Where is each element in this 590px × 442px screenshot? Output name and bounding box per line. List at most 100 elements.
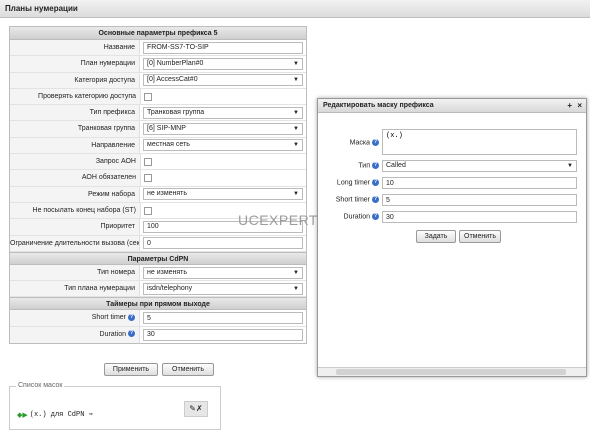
field-row-aon-required: АОН обязателен bbox=[10, 170, 306, 187]
field-row-aon-request: Запрос АОН bbox=[10, 154, 306, 171]
help-icon[interactable]: ? bbox=[372, 179, 379, 187]
cancel-button[interactable]: Отменить bbox=[162, 363, 214, 376]
aon-request-checkbox[interactable] bbox=[144, 157, 152, 166]
long-timer-input[interactable] bbox=[382, 177, 577, 189]
window-title: Планы нумерации bbox=[0, 0, 590, 18]
type-select[interactable]: Called ▼ bbox=[382, 160, 577, 172]
prefix-parameters-form: Основные параметры префикса 5 Название П… bbox=[9, 26, 307, 345]
field-row-numbering-plan-type: Тип плана нумерации isdn/telephony ▼ bbox=[10, 281, 306, 298]
dialog-row-duration: Duration? bbox=[318, 211, 588, 223]
dialog-row-type: Тип? Called ▼ bbox=[318, 160, 588, 172]
duration-input[interactable] bbox=[143, 328, 303, 341]
aon-required-checkbox[interactable] bbox=[144, 174, 152, 183]
dialog-row-long-timer: Long timer? bbox=[318, 177, 588, 189]
mask-list-item-text: (x.) для CdPN ⇒ bbox=[29, 411, 93, 419]
field-label: Не посылать конец набора (ST) bbox=[10, 202, 141, 219]
select-value: [6] SIP-MNP bbox=[147, 125, 186, 133]
select-value: Called bbox=[386, 162, 406, 169]
name-input[interactable] bbox=[143, 41, 303, 54]
field-label: Маска? bbox=[349, 139, 379, 147]
field-row-dial-mode: Режим набора не изменять ▼ bbox=[10, 186, 306, 203]
field-row-short-timer: Short timer? bbox=[10, 310, 306, 327]
field-label: План нумерации bbox=[10, 56, 140, 72]
dialog-title-bar: Редактировать маску префикса + × bbox=[318, 99, 586, 113]
short-timer-input[interactable] bbox=[143, 312, 303, 325]
check-access-checkbox[interactable] bbox=[144, 92, 152, 101]
select-value: не изменять bbox=[147, 190, 188, 198]
dialog-row-mask: Маска? (x.) bbox=[318, 129, 588, 155]
set-button[interactable]: Задать bbox=[416, 230, 456, 243]
help-icon[interactable]: ? bbox=[372, 213, 379, 221]
select-value: isdn/telephony bbox=[147, 284, 193, 292]
field-row-number-type: Тип номера не изменять ▼ bbox=[10, 264, 306, 282]
chevron-down-icon: ▼ bbox=[293, 126, 299, 133]
field-label: Транковая группа bbox=[10, 121, 140, 137]
chevron-down-icon: ▼ bbox=[293, 77, 299, 84]
field-row-check-access: Проверять категорию доступа bbox=[10, 88, 306, 106]
horizontal-scrollbar[interactable] bbox=[318, 367, 586, 376]
select-value: [0] NumberPlan#0 bbox=[147, 59, 204, 67]
direction-select[interactable]: местная сеть ▼ bbox=[143, 139, 303, 152]
field-label: Направление bbox=[10, 137, 140, 154]
help-icon[interactable]: ? bbox=[372, 139, 379, 146]
chevron-down-icon: ▼ bbox=[293, 285, 299, 292]
field-row-duration: Duration? bbox=[10, 326, 306, 344]
field-label: Запрос АОН bbox=[10, 154, 141, 170]
field-label: Ограничение длительности вызова (сек) bbox=[10, 235, 140, 251]
help-icon[interactable]: ? bbox=[128, 314, 135, 322]
call-limit-input[interactable] bbox=[143, 237, 303, 250]
duration-input[interactable] bbox=[382, 211, 577, 223]
short-timer-input[interactable] bbox=[382, 194, 577, 206]
dialog-title: Редактировать маску префикса bbox=[323, 102, 434, 109]
field-label: Проверять категорию доступа bbox=[10, 88, 141, 105]
dialog-row-short-timer: Short timer? bbox=[318, 194, 588, 206]
field-label: Категория доступа bbox=[10, 72, 140, 88]
numbering-plan-select[interactable]: [0] NumberPlan#0 ▼ bbox=[143, 57, 303, 70]
edit-mask-dialog: Редактировать маску префикса + × Маска? … bbox=[317, 98, 587, 377]
number-type-select[interactable]: не изменять ▼ bbox=[143, 266, 303, 279]
select-value: местная сеть bbox=[147, 141, 190, 149]
field-label: Short timer? bbox=[10, 310, 140, 326]
field-row-call-limit: Ограничение длительности вызова (сек) bbox=[10, 235, 306, 252]
field-label: Название bbox=[10, 40, 140, 56]
help-icon[interactable]: ? bbox=[128, 330, 135, 338]
mask-textarea[interactable]: (x.) bbox=[382, 129, 577, 155]
field-label: Тип плана нумерации bbox=[10, 281, 140, 297]
arrows-icon: ◆▶ bbox=[17, 411, 28, 419]
field-label: Приоритет bbox=[10, 219, 140, 235]
numbering-plan-type-select[interactable]: isdn/telephony ▼ bbox=[143, 282, 303, 295]
dialog-controls: + × bbox=[567, 99, 582, 113]
no-st-checkbox[interactable] bbox=[144, 206, 152, 215]
field-row-trunk-group: Транковая группа [6] SIP-MNP ▼ bbox=[10, 121, 306, 138]
mask-list-item[interactable]: ◆▶ (x.) для CdPN ⇒ bbox=[17, 410, 93, 419]
field-row-prefix-type: Тип префикса Транковая группа ▼ bbox=[10, 105, 306, 122]
field-label: Тип? bbox=[358, 162, 379, 170]
prefix-type-select[interactable]: Транковая группа ▼ bbox=[143, 106, 303, 119]
field-label: Duration? bbox=[343, 213, 379, 221]
field-row-numbering-plan: План нумерации [0] NumberPlan#0 ▼ bbox=[10, 56, 306, 73]
help-icon[interactable]: ? bbox=[372, 196, 379, 204]
select-value: Транковая группа bbox=[147, 108, 205, 116]
field-row-name: Название bbox=[10, 40, 306, 57]
help-icon[interactable]: ? bbox=[372, 162, 379, 170]
field-label: Long timer? bbox=[336, 179, 379, 187]
scrollbar-thumb[interactable] bbox=[336, 369, 566, 375]
field-label: Режим набора bbox=[10, 186, 140, 202]
edit-delete-icon[interactable]: ✎✗ bbox=[184, 401, 208, 417]
dial-mode-select[interactable]: не изменять ▼ bbox=[143, 188, 303, 201]
field-label: Short timer? bbox=[335, 196, 379, 204]
dialog-cancel-button[interactable]: Отменить bbox=[459, 230, 501, 243]
trunk-group-select[interactable]: [6] SIP-MNP ▼ bbox=[143, 123, 303, 136]
chevron-down-icon: ▼ bbox=[293, 191, 299, 198]
pin-icon[interactable]: + bbox=[567, 101, 572, 110]
field-label: АОН обязателен bbox=[10, 170, 141, 186]
chevron-down-icon: ▼ bbox=[293, 269, 299, 276]
apply-button[interactable]: Применить bbox=[104, 363, 158, 376]
select-value: не изменять bbox=[147, 268, 188, 276]
section-header-cdpn: Параметры CdPN bbox=[10, 251, 306, 265]
field-label: Duration? bbox=[10, 326, 140, 344]
close-icon[interactable]: × bbox=[577, 101, 582, 110]
mask-list-title: Список масок bbox=[16, 382, 65, 389]
access-category-select[interactable]: [0] AccessCat#0 ▼ bbox=[143, 74, 303, 87]
chevron-down-icon: ▼ bbox=[567, 163, 573, 169]
